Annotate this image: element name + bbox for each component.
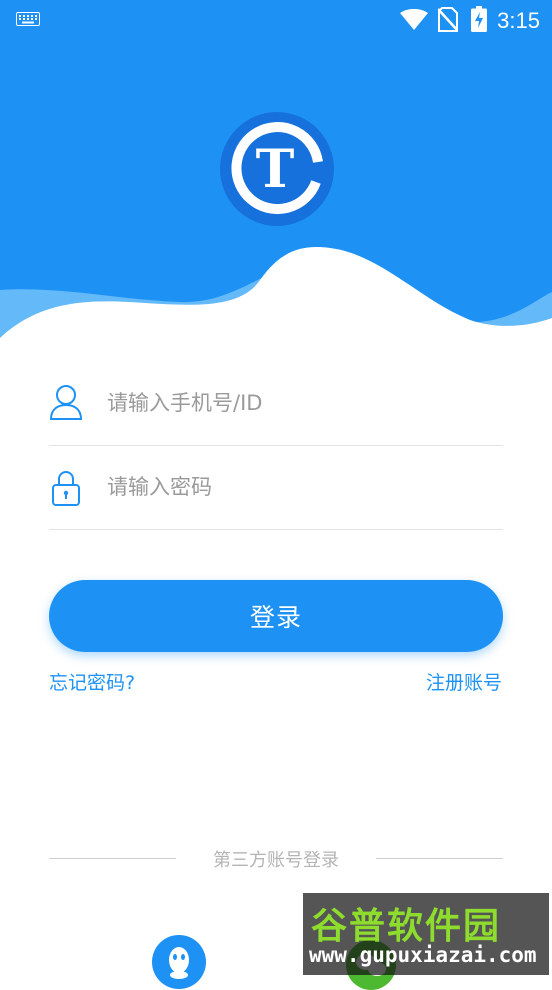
qq-icon <box>169 947 189 979</box>
status-bar: 3:15 <box>0 0 552 40</box>
login-button[interactable]: 登录 <box>49 580 503 652</box>
password-input[interactable] <box>107 465 487 509</box>
keyboard-icon <box>16 12 40 26</box>
no-sim-icon <box>438 7 458 32</box>
user-icon <box>49 385 83 420</box>
app-logo: T <box>220 112 334 226</box>
wifi-icon <box>400 9 428 30</box>
third-party-login-label: 第三方账号登录 <box>213 850 339 871</box>
status-time: 3:15 <box>497 8 540 33</box>
lock-icon <box>52 471 80 506</box>
watermark-url: www.gupuxiazai.com <box>309 943 537 967</box>
watermark-title: 谷普软件园 <box>311 906 502 947</box>
password-field <box>49 445 503 530</box>
divider-right <box>376 858 503 859</box>
divider-left <box>49 858 176 859</box>
watermark: 谷普软件园 www.gupuxiazai.com <box>303 893 549 975</box>
account-field <box>49 361 503 446</box>
account-input[interactable] <box>107 381 487 425</box>
register-link[interactable]: 注册账号 <box>426 668 502 695</box>
forgot-password-link[interactable]: 忘记密码? <box>49 668 135 695</box>
battery-charging-icon <box>471 6 487 32</box>
logo-letter: T <box>256 139 295 200</box>
